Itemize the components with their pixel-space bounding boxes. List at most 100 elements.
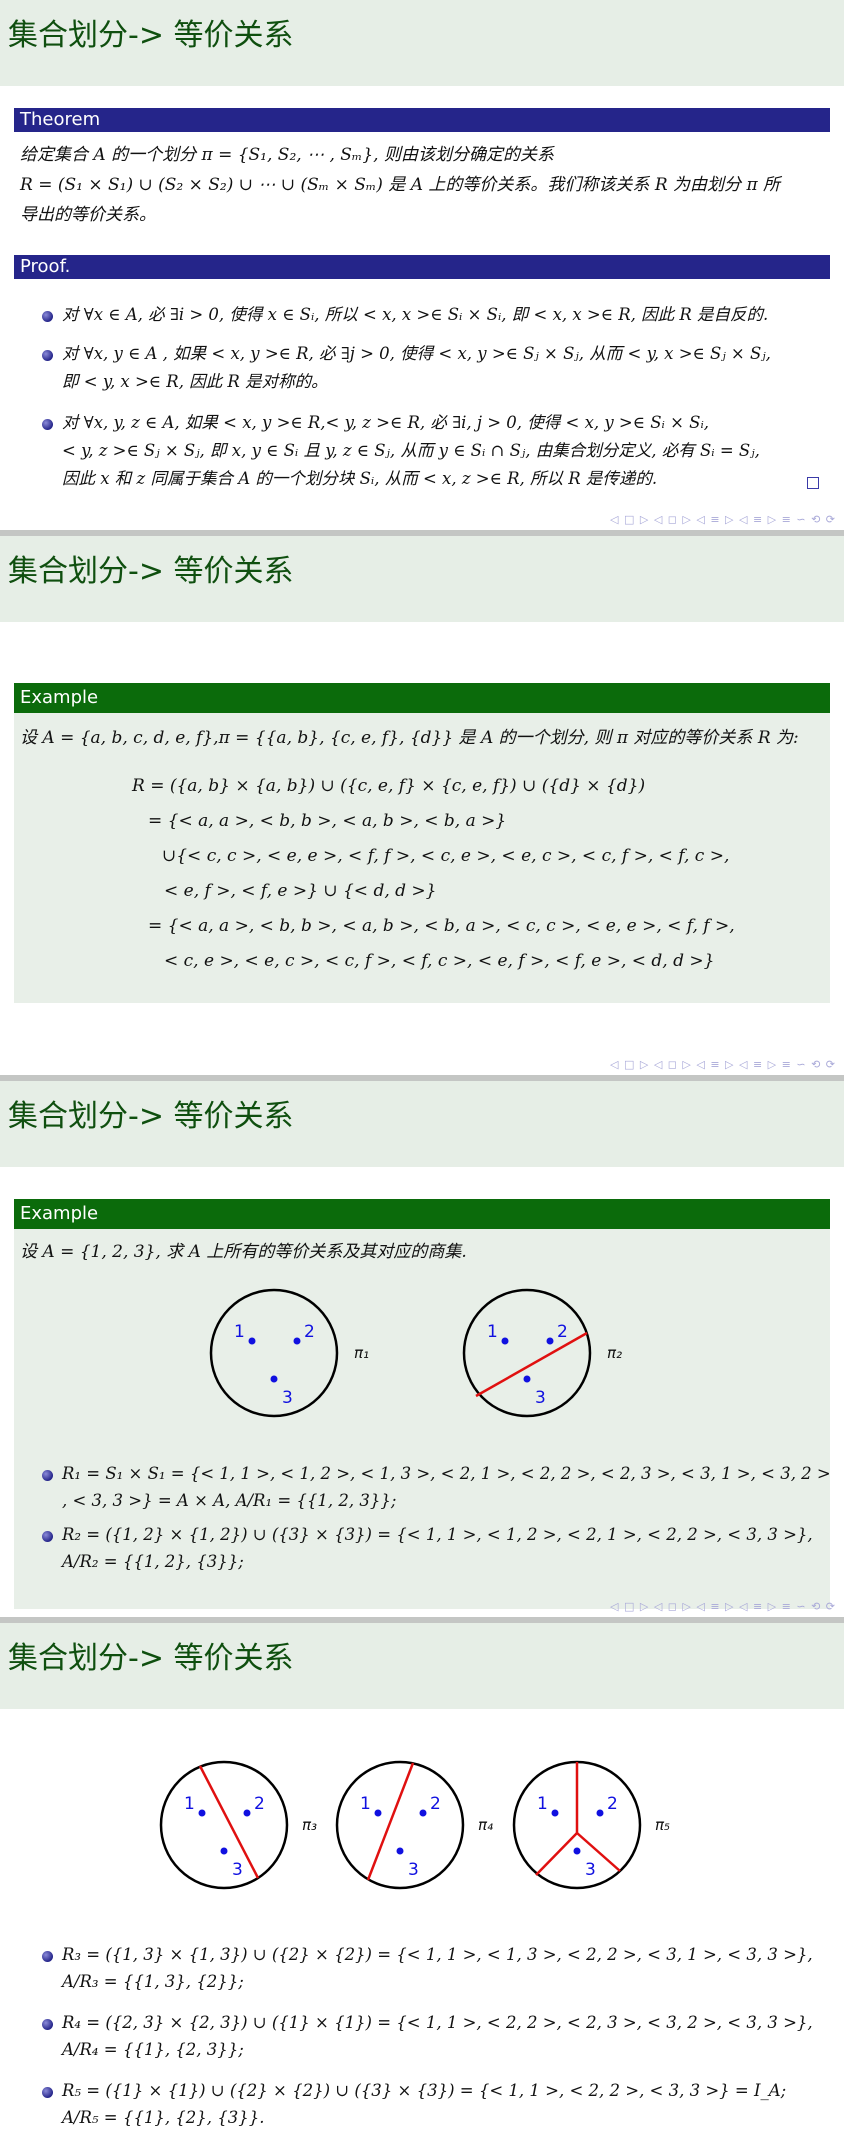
example-header: Example: [14, 1199, 830, 1229]
point-label: 3: [408, 1860, 419, 1880]
relation-line: R₄ = ({2, 3} × {2, 3}) ∪ ({1} × {1}) = {…: [62, 2013, 813, 2032]
bullet-icon: [42, 2019, 53, 2030]
partition-label: π₂: [607, 1344, 622, 1362]
point-label: 1: [487, 1322, 498, 1342]
beamer-navigation[interactable]: ◁ □ ▷ ◁ ◻ ▷ ◁ ≡ ▷ ◁ ≡ ▷ ≡ ∽ ⟲ ⟳: [610, 1600, 836, 1613]
relation-line: A/R₃ = {{1, 3}, {2}};: [62, 1972, 244, 1991]
beamer-navigation[interactable]: ◁ □ ▷ ◁ ◻ ▷ ◁ ≡ ▷ ◁ ≡ ▷ ≡ ∽ ⟲ ⟳: [610, 513, 836, 526]
partition-diagrams: 1 2 3 π₃ 1 2 3 π₄ 1 2 3 π₅: [159, 1760, 670, 1890]
point-label: 3: [282, 1388, 293, 1408]
point-label: 1: [360, 1794, 371, 1814]
example-intro: 设 A = {a, b, c, d, e, f},π = {{a, b}, {c…: [20, 728, 799, 748]
equation-line: ∪{< c, c >, < e, e >, < f, f >, < c, e >…: [162, 846, 730, 866]
frame-title: 集合划分-> 等价关系: [8, 1099, 294, 1134]
relation-line: R₂ = ({1, 2} × {1, 2}) ∪ ({3} × {3}) = {…: [62, 1525, 813, 1544]
frame-title-bar: 集合划分-> 等价关系: [0, 536, 844, 622]
proof-line: 对 ∀x, y ∈ A , 如果 < x, y >∈ R, 必 ∃j > 0, …: [62, 344, 771, 363]
set-circle: [209, 1288, 339, 1418]
proof-line: 对 ∀x ∈ A, 必 ∃i > 0, 使得 x ∈ Sᵢ, 所以 < x, x…: [62, 305, 769, 324]
point-3: [523, 1375, 531, 1383]
equation-line: = {< a, a >, < b, b >, < a, b >, < b, a …: [148, 916, 735, 936]
bullet-icon: [42, 350, 53, 361]
equation-line: R = ({a, b} × {a, b}) ∪ ({c, e, f} × {c,…: [132, 776, 646, 796]
relation-line: R₅ = ({1} × {1}) ∪ ({2} × {2}) ∪ ({3} × …: [62, 2081, 787, 2100]
theorem-label: Theorem: [20, 109, 101, 130]
partition-label: π₁: [354, 1344, 369, 1362]
relation-line: R₃ = ({1, 3} × {1, 3}) ∪ ({2} × {2}) = {…: [62, 1945, 813, 1964]
slide-2: 集合划分-> 等价关系 Example 设 A = {a, b, c, d, e…: [0, 536, 844, 1075]
proof-header: Proof.: [14, 255, 830, 279]
point-2: [293, 1337, 301, 1345]
point-label: 3: [232, 1860, 243, 1880]
bullet-icon: [42, 1470, 53, 1481]
partition-diagram-pi4: 1 2 3 π₄: [335, 1760, 493, 1890]
example-label: Example: [20, 687, 99, 708]
point-2: [596, 1809, 604, 1817]
slide-3: 集合划分-> 等价关系 Example 设 A = {1, 2, 3}, 求 A…: [0, 1081, 844, 1617]
point-label: 2: [607, 1794, 618, 1814]
partition-label: π₅: [655, 1816, 670, 1834]
point-1: [501, 1337, 509, 1345]
point-label: 2: [557, 1322, 568, 1342]
equation-line: = {< a, a >, < b, b >, < a, b >, < b, a …: [148, 811, 507, 831]
point-3: [573, 1847, 581, 1855]
proof-label: Proof.: [20, 256, 71, 277]
point-label: 1: [184, 1794, 195, 1814]
point-label: 3: [535, 1388, 546, 1408]
point-label: 3: [585, 1860, 596, 1880]
point-1: [374, 1809, 382, 1817]
bullet-icon: [42, 1951, 53, 1962]
qed-icon: [807, 477, 819, 489]
theorem-line: 导出的等价关系。: [20, 205, 156, 225]
point-1: [551, 1809, 559, 1817]
bullet-icon: [42, 2087, 53, 2098]
point-1: [248, 1337, 256, 1345]
beamer-navigation[interactable]: ◁ □ ▷ ◁ ◻ ▷ ◁ ≡ ▷ ◁ ≡ ▷ ≡ ∽ ⟲ ⟳: [610, 1058, 836, 1071]
point-2: [419, 1809, 427, 1817]
frame-title: 集合划分-> 等价关系: [8, 1641, 294, 1676]
relation-line: A/R₂ = {{1, 2}, {3}};: [62, 1552, 244, 1571]
point-label: 2: [430, 1794, 441, 1814]
point-3: [220, 1847, 228, 1855]
slide-1: 集合划分-> 等价关系 Theorem 给定集合 A 的一个划分 π = {S₁…: [0, 0, 844, 530]
example-header: Example: [14, 683, 830, 713]
frame-title-bar: 集合划分-> 等价关系: [0, 1623, 844, 1709]
set-circle: [335, 1760, 465, 1890]
theorem-line: 给定集合 A 的一个划分 π = {S₁, S₂, ⋯ , Sₘ}, 则由该划分…: [20, 145, 554, 165]
set-circle: [462, 1288, 592, 1418]
set-circle: [159, 1760, 289, 1890]
partition-diagrams: 1 2 3 π₁ 1 2 3 π₂: [209, 1288, 622, 1418]
partition-diagram-pi2: 1 2 3 π₂: [462, 1288, 622, 1418]
point-label: 2: [304, 1322, 315, 1342]
bullet-icon: [42, 311, 53, 322]
example-intro: 设 A = {1, 2, 3}, 求 A 上所有的等价关系及其对应的商集.: [20, 1242, 467, 1262]
point-label: 2: [254, 1794, 265, 1814]
partition-label: π₃: [302, 1816, 317, 1834]
partition-line: [535, 1832, 578, 1876]
partition-line: [366, 1762, 415, 1881]
partition-diagram-pi1: 1 2 3 π₁: [209, 1288, 369, 1418]
point-3: [270, 1375, 278, 1383]
frame-title: 集合划分-> 等价关系: [8, 18, 294, 53]
partition-diagram-pi3: 1 2 3 π₃: [159, 1760, 317, 1890]
frame-title-bar: 集合划分-> 等价关系: [0, 1081, 844, 1167]
point-3: [396, 1847, 404, 1855]
relation-line: , < 3, 3 >} = A × A, A/R₁ = {{1, 2, 3}};: [62, 1491, 397, 1510]
proof-line: 即 < y, x >∈ R, 因此 R 是对称的。: [62, 372, 328, 391]
relation-line: A/R₅ = {{1}, {2}, {3}}.: [62, 2108, 265, 2127]
equation-line: < c, e >, < e, c >, < c, f >, < f, c >, …: [164, 951, 715, 971]
example-label: Example: [20, 1203, 99, 1224]
relation-line: A/R₄ = {{1}, {2, 3}};: [62, 2040, 244, 2059]
partition-line: [475, 1331, 588, 1398]
partition-line: [198, 1765, 260, 1879]
slide-4: 集合划分-> 等价关系 1 2 3 π₃ 1 2 3 π₄ 1 2 3 π₅ R…: [0, 1623, 844, 2144]
point-1: [198, 1809, 206, 1817]
partition-line: [576, 1832, 621, 1872]
frame-title: 集合划分-> 等价关系: [8, 554, 294, 589]
proof-line: 对 ∀x, y, z ∈ A, 如果 < x, y >∈ R,< y, z >∈…: [62, 413, 710, 432]
bullet-icon: [42, 1531, 53, 1542]
bullet-icon: [42, 419, 53, 430]
relation-line: R₁ = S₁ × S₁ = {< 1, 1 >, < 1, 2 >, < 1,…: [62, 1464, 831, 1483]
frame-title-bar: 集合划分-> 等价关系: [0, 0, 844, 86]
partition-label: π₄: [478, 1816, 493, 1834]
